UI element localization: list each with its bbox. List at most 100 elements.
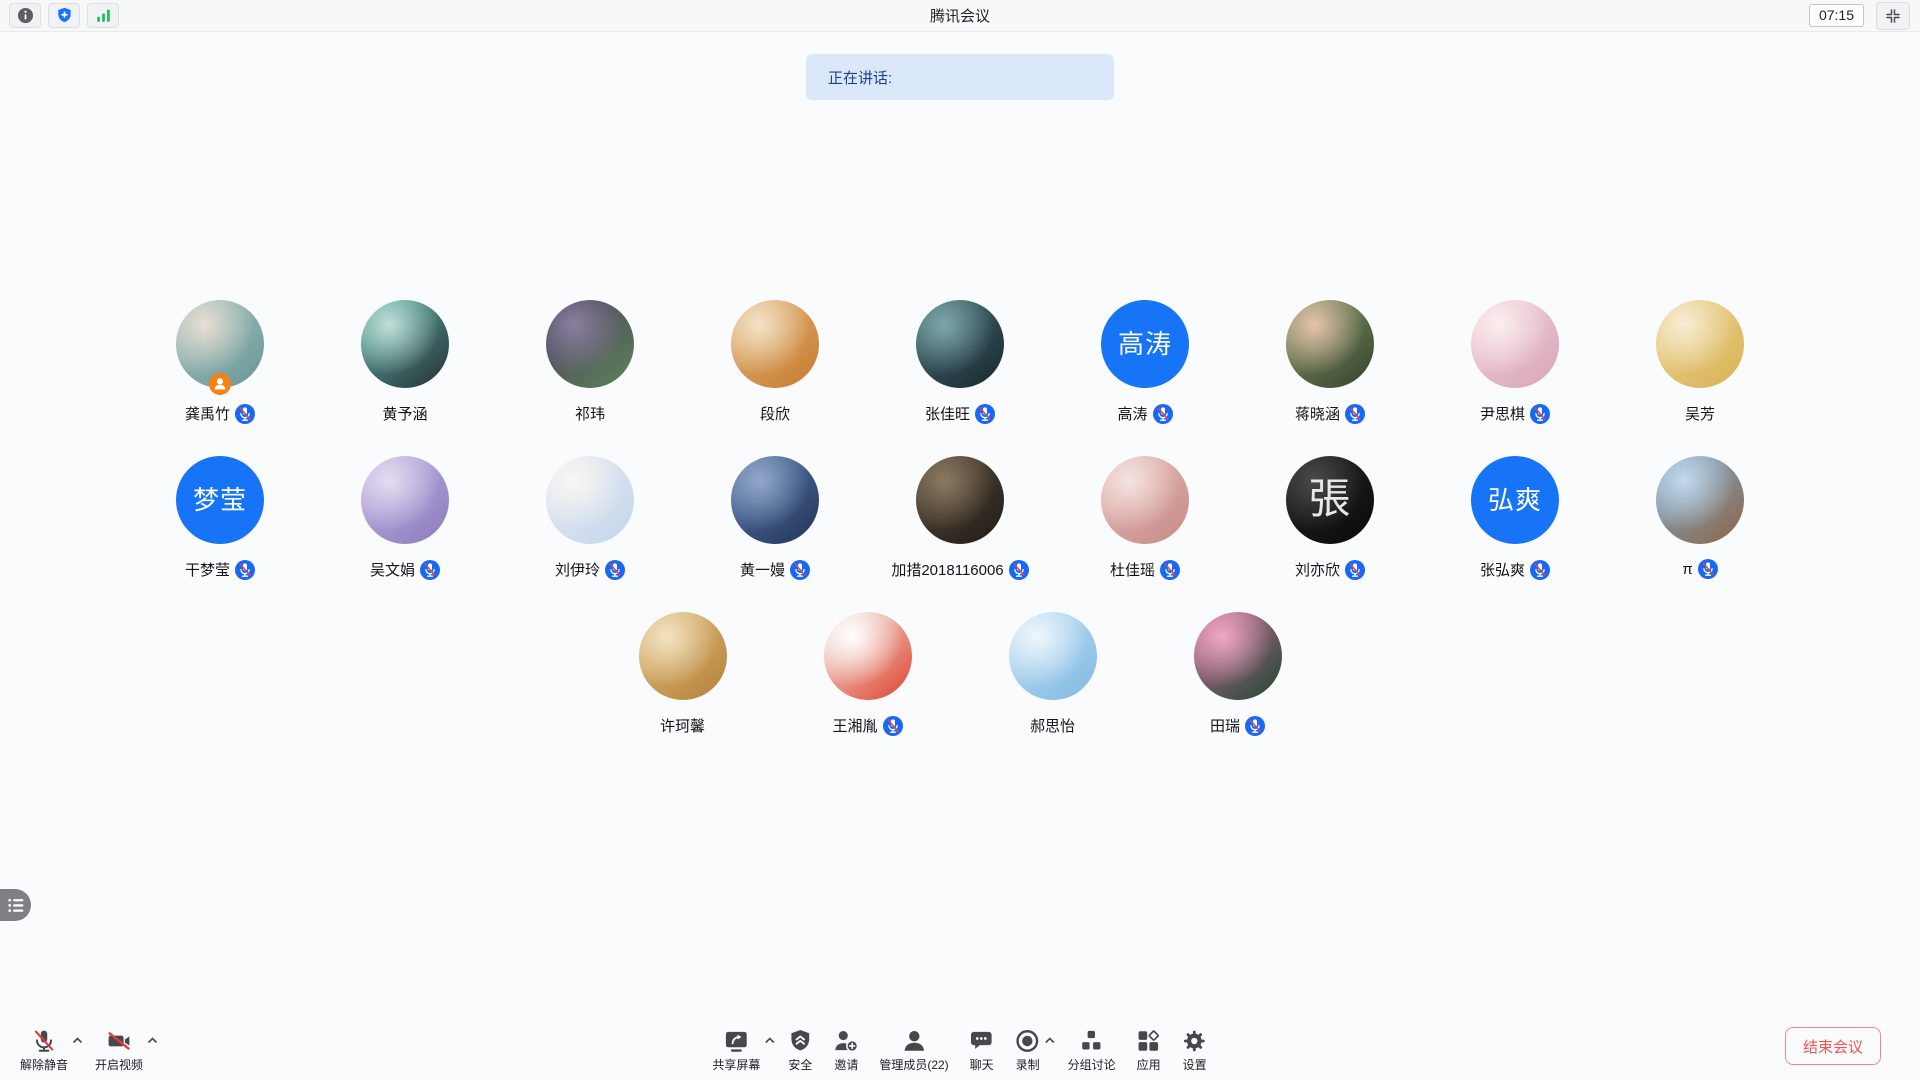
participant-name-row: 刘亦欣	[1295, 559, 1365, 580]
avatar-initials: 弘爽	[1488, 487, 1542, 513]
avatar	[1286, 300, 1374, 388]
avatar	[361, 300, 449, 388]
apps-button[interactable]: 应用	[1126, 1028, 1172, 1072]
settings-button[interactable]: 设置	[1172, 1028, 1218, 1072]
participant-name-row: 干梦莹	[185, 559, 255, 580]
record-options-chevron[interactable]	[1045, 1037, 1056, 1044]
tool-label: 录制	[1016, 1058, 1040, 1072]
participant-tile[interactable]: 吴芳	[1608, 300, 1793, 456]
participant-name: 尹思棋	[1480, 403, 1525, 424]
participant-name: 黄予涵	[382, 403, 427, 424]
participant-name-row: 吴文娟	[370, 559, 440, 580]
participant-tile[interactable]: 刘伊玲	[498, 456, 683, 612]
apps-icon	[1136, 1028, 1162, 1054]
titlebar: 腾讯会议 07:15	[0, 0, 1920, 32]
avatar	[916, 300, 1004, 388]
muted-mic-icon	[1009, 560, 1029, 580]
camera-options-chevron[interactable]	[147, 1037, 158, 1044]
titlebar-left-icons	[0, 3, 119, 28]
participant-grid: 龚禹竹 黄予涵 祁玮	[0, 300, 1920, 768]
participant-tile[interactable]: 王湘胤	[775, 612, 960, 768]
host-badge-icon	[209, 373, 231, 395]
avatar	[361, 456, 449, 544]
breakout-rooms-button[interactable]: 分组讨论	[1058, 1028, 1126, 1072]
muted-mic-icon	[235, 404, 255, 424]
chat-bubble-icon	[969, 1028, 995, 1054]
participant-name-row: 黄一嫚	[740, 559, 810, 580]
muted-mic-icon	[605, 560, 625, 580]
end-meeting-button[interactable]: 结束会议	[1785, 1027, 1881, 1065]
avatar	[1101, 456, 1189, 544]
mic-options-chevron[interactable]	[72, 1037, 83, 1044]
muted-mic-icon	[1530, 404, 1550, 424]
muted-mic-icon	[1245, 716, 1265, 736]
participant-name: 刘伊玲	[555, 559, 600, 580]
participant-name: 高涛	[1117, 403, 1147, 424]
participant-tile[interactable]: 梦莹 干梦莹	[128, 456, 313, 612]
manage-members-button[interactable]: 管理成员(22)	[869, 1028, 958, 1072]
avatar	[731, 456, 819, 544]
unmute-button[interactable]: 解除静音	[10, 1028, 78, 1072]
participant-tile[interactable]: π	[1608, 456, 1793, 612]
participant-name-row: 祁玮	[575, 403, 605, 424]
toolbar-left-group: 解除静音 开启视频	[10, 1028, 160, 1072]
participant-name-row: 吴芳	[1685, 403, 1715, 424]
bottom-toolbar: 解除静音 开启视频 共享屏幕 安全	[0, 1014, 1920, 1080]
invite-button[interactable]: 邀请	[823, 1028, 869, 1072]
participant-name-row: 田瑞	[1210, 715, 1265, 736]
tool-label: 聊天	[970, 1058, 994, 1072]
share-screen-button[interactable]: 共享屏幕	[702, 1028, 770, 1072]
participant-tile[interactable]: 张佳旺	[868, 300, 1053, 456]
record-icon	[1015, 1028, 1041, 1054]
participant-tile[interactable]: 祁玮	[498, 300, 683, 456]
chat-button[interactable]: 聊天	[959, 1028, 1005, 1072]
avatar	[1656, 456, 1744, 544]
participant-name: 吴芳	[1685, 403, 1715, 424]
participant-tile[interactable]: 黄予涵	[313, 300, 498, 456]
participant-name-row: 郝思怡	[1030, 715, 1075, 736]
participant-name: 吴文娟	[370, 559, 415, 580]
tool-label: 开启视频	[95, 1058, 143, 1072]
participant-tile[interactable]: 杜佳瑶	[1053, 456, 1238, 612]
participant-tile[interactable]: 许珂馨	[590, 612, 775, 768]
security-button[interactable]: 安全	[777, 1028, 823, 1072]
participant-name: 许珂馨	[660, 715, 705, 736]
avatar	[1009, 612, 1097, 700]
start-video-button[interactable]: 开启视频	[85, 1028, 153, 1072]
participant-tile[interactable]: 加措2018116006	[868, 456, 1053, 612]
avatar-initials: 高涛	[1118, 331, 1172, 357]
shield-plus-icon[interactable]	[48, 3, 80, 28]
participant-name: 加措2018116006	[891, 559, 1003, 580]
participant-name-row: 黄予涵	[382, 403, 427, 424]
network-signal-icon[interactable]	[87, 3, 119, 28]
participant-name: 王湘胤	[832, 715, 877, 736]
exit-fullscreen-icon[interactable]	[1876, 2, 1910, 30]
member-list-toggle[interactable]	[0, 889, 31, 921]
speaking-banner: 正在讲话:	[806, 54, 1114, 100]
participant-tile[interactable]: 田瑞	[1145, 612, 1330, 768]
participant-tile[interactable]: 段欣	[683, 300, 868, 456]
participant-tile[interactable]: 張 刘亦欣	[1238, 456, 1423, 612]
share-options-chevron[interactable]	[764, 1037, 775, 1044]
participant-name-row: 张佳旺	[925, 403, 995, 424]
muted-mic-icon	[1153, 404, 1173, 424]
record-button[interactable]: 录制	[1005, 1028, 1051, 1072]
participant-tile[interactable]: 吴文娟	[313, 456, 498, 612]
participant-name: 张佳旺	[925, 403, 970, 424]
breakout-rooms-icon	[1079, 1028, 1105, 1054]
participant-tile[interactable]: 弘爽 张弘爽	[1423, 456, 1608, 612]
avatar	[639, 612, 727, 700]
members-icon	[901, 1028, 927, 1054]
muted-mic-icon	[235, 560, 255, 580]
participant-tile[interactable]: 高涛 高涛	[1053, 300, 1238, 456]
participant-tile[interactable]: 郝思怡	[960, 612, 1145, 768]
participant-tile[interactable]: 龚禹竹	[128, 300, 313, 456]
muted-mic-icon	[1698, 559, 1718, 579]
participant-name-row: 张弘爽	[1480, 559, 1550, 580]
participant-tile[interactable]: 蒋晓涵	[1238, 300, 1423, 456]
info-icon[interactable]	[9, 3, 41, 28]
end-meeting-label: 结束会议	[1803, 1036, 1863, 1057]
participant-tile[interactable]: 黄一嫚	[683, 456, 868, 612]
avatar-initials: 梦莹	[193, 487, 247, 513]
participant-tile[interactable]: 尹思棋	[1423, 300, 1608, 456]
